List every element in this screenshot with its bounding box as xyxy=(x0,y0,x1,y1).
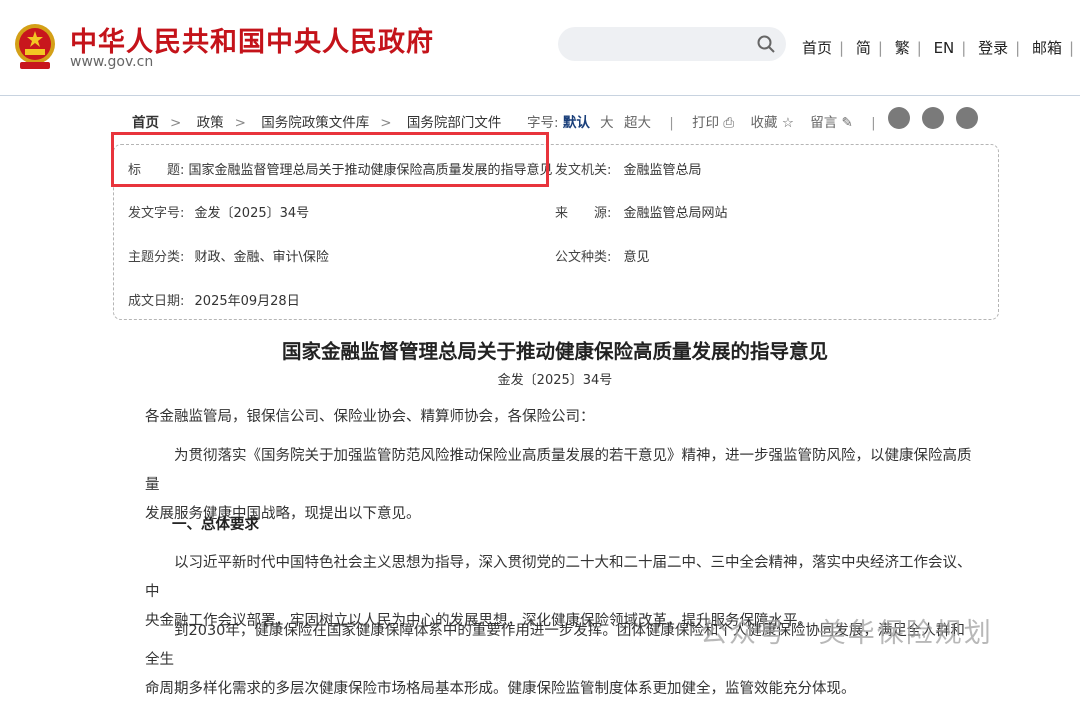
font-size-label: 字号: xyxy=(527,115,559,131)
nav-mail[interactable]: 邮箱 xyxy=(1032,39,1062,57)
wechat-share-icon[interactable] xyxy=(922,107,944,129)
breadcrumb-home[interactable]: 首页 xyxy=(132,115,159,131)
paragraph-line: 命周期多样化需求的多层次健康保险市场格局基本形成。健康保险监管制度体系更加健全，… xyxy=(145,681,856,697)
info-source-value: 金融监管总局网站 xyxy=(623,206,728,221)
info-issuer-value: 金融监管总局 xyxy=(623,163,702,178)
breadcrumb-policy[interactable]: 政策 xyxy=(197,115,224,131)
info-topic-value: 财政、金融、审计\保险 xyxy=(194,250,329,265)
print-button[interactable]: 打印 ⎙ xyxy=(692,115,734,131)
info-type-label: 公文种类: xyxy=(555,250,612,265)
search-input[interactable] xyxy=(558,27,786,61)
top-nav: 首页| 简| 繁| EN| 登录| 邮箱| 无障 xyxy=(802,39,1075,57)
info-source-row: 来 源: 金融监管总局网站 xyxy=(555,202,728,221)
star-icon: ☆ xyxy=(781,115,794,131)
paragraph-line: 以习近平新时代中国特色社会主义思想为指导，深入贯彻党的二十大和二十届二中、三中全… xyxy=(145,555,972,600)
info-topic-label: 主题分类: xyxy=(128,250,185,265)
section-heading: 一、总体要求 xyxy=(172,517,259,533)
article-paragraph-1: 为贯彻落实《国务院关于加强监管防范风险推动保险业高质量发展的若干意见》精神，进一… xyxy=(145,442,975,529)
info-source-label: 来 源: xyxy=(555,206,612,221)
info-docno-row: 发文字号: 金发〔2025〕34号 xyxy=(128,202,309,221)
nav-simplified[interactable]: 简 xyxy=(856,39,871,57)
info-date-value: 2025年09月28日 xyxy=(194,294,300,309)
nav-traditional[interactable]: 繁 xyxy=(895,39,910,57)
search-icon[interactable] xyxy=(756,34,776,54)
breadcrumb-policy-library[interactable]: 国务院政策文件库 xyxy=(261,115,369,131)
national-emblem-icon[interactable] xyxy=(12,22,58,72)
article-addressee: 各金融监管局，银保信公司、保险业协会、精算师协会，各保险公司： xyxy=(145,409,595,425)
favorite-button[interactable]: 收藏 ☆ xyxy=(751,115,794,131)
comment-label: 留言 xyxy=(810,115,838,131)
article-docno: 金发〔2025〕34号 xyxy=(497,373,613,388)
print-label: 打印 xyxy=(692,115,720,131)
breadcrumb: 首页 > 政策 > 国务院政策文件库 > 国务院部门文件 xyxy=(132,115,502,131)
favorite-label: 收藏 xyxy=(750,115,778,131)
paragraph-line: 为贯彻落实《国务院关于加强监管防范风险推动保险业高质量发展的若干意见》精神，进一… xyxy=(145,448,972,493)
info-issuer-label: 发文机关: xyxy=(555,163,612,178)
info-topic-row: 主题分类: 财政、金融、审计\保险 xyxy=(128,246,329,265)
info-type-row: 公文种类: 意见 xyxy=(555,246,650,265)
info-date-row: 成文日期: 2025年09月28日 xyxy=(128,290,300,309)
font-xlarge-button[interactable]: 超大 xyxy=(624,115,651,131)
nav-login[interactable]: 登录 xyxy=(978,39,1008,57)
weibo-share-icon[interactable] xyxy=(888,107,910,129)
nav-english[interactable]: EN xyxy=(934,39,955,57)
info-docno-value: 金发〔2025〕34号 xyxy=(194,206,310,221)
watermark: 公众号 · 美华保险规划 xyxy=(700,618,993,649)
info-docno-label: 发文字号: xyxy=(128,206,185,221)
article-tools: 字号: 默认 大 超大 | 打印 ⎙ 收藏 ☆ 留言 ✎ | xyxy=(527,115,876,131)
printer-icon: ⎙ xyxy=(723,115,735,131)
info-issuer-row: 发文机关: 金融监管总局 xyxy=(555,159,702,178)
info-type-value: 意见 xyxy=(623,250,650,265)
highlight-box xyxy=(111,132,549,187)
info-date-label: 成文日期: xyxy=(128,294,185,309)
article-title: 国家金融监督管理总局关于推动健康保险高质量发展的指导意见 xyxy=(281,340,828,363)
favorite-share-icon[interactable] xyxy=(956,107,978,129)
font-large-button[interactable]: 大 xyxy=(600,115,614,131)
site-url[interactable]: www.gov.cn xyxy=(70,54,153,70)
comment-button[interactable]: 留言 ✎ xyxy=(810,115,853,131)
breadcrumb-department-docs[interactable]: 国务院部门文件 xyxy=(407,115,502,131)
paragraph-line: 发展服务健康中国战略，现提出以下意见。 xyxy=(145,506,421,522)
font-default-button[interactable]: 默认 xyxy=(563,115,590,131)
site-header: 中华人民共和国中央人民政府 www.gov.cn 首页 | 简 | 繁 | EN | 登… xyxy=(0,0,1080,96)
pencil-icon: ✎ xyxy=(841,115,853,131)
nav-home[interactable]: 首页 xyxy=(802,39,832,57)
